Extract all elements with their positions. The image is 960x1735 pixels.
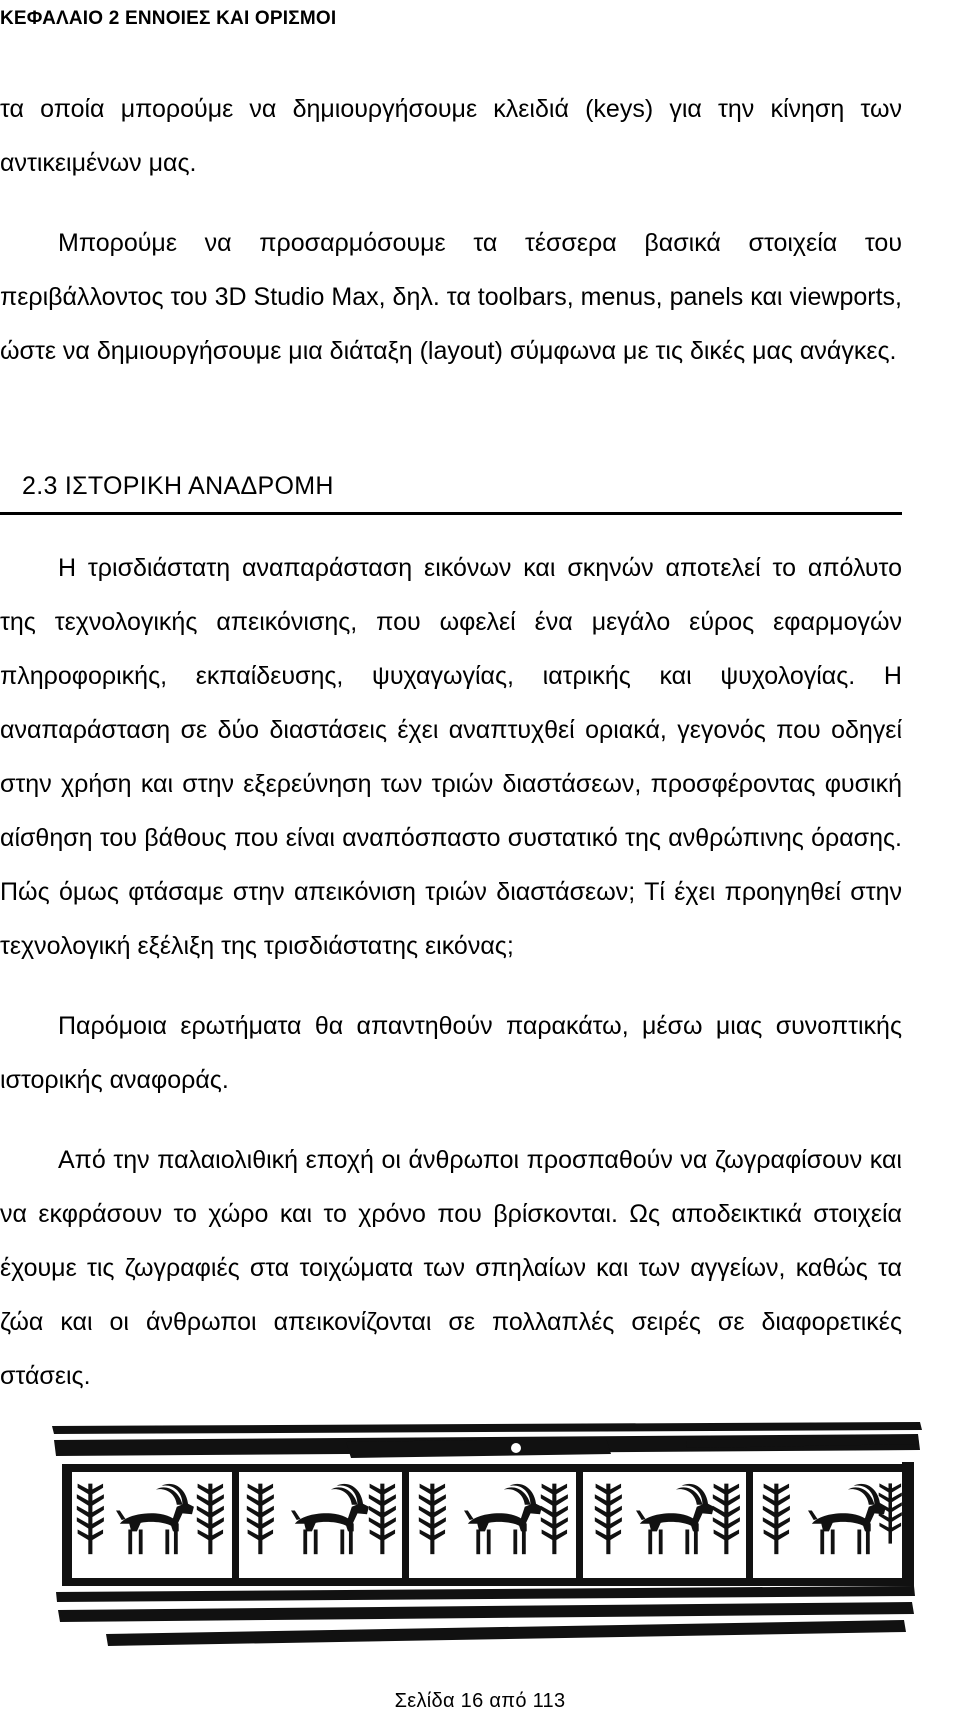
- paragraph-continuation: τα οποία μπορούμε να δημιουργήσουμε κλει…: [0, 95, 902, 177]
- document-body: τα οποία μπορούμε να δημιουργήσουμε κλει…: [0, 82, 902, 1403]
- figure-ancient-frieze: [46, 1420, 926, 1670]
- paragraph-customization: Μπορούμε να προσαρμόσουμε τα τέσσερα βασ…: [0, 229, 902, 365]
- document-page: ΚΕΦΑΛΑΙΟ 2 ΕΝΝΟΙΕΣ ΚΑΙ ΟΡΙΣΜΟΙ τα οποία …: [0, 0, 960, 1735]
- running-header: ΚΕΦΑΛΑΙΟ 2 ΕΝΝΟΙΕΣ ΚΑΙ ΟΡΙΣΜΟΙ: [0, 8, 337, 29]
- paragraph-3d-representation: Η τρισδιάστατη αναπαράσταση εικόνων και …: [0, 554, 902, 960]
- heading-bottom-gap: [0, 515, 902, 541]
- paragraph-paleolithic: Από την παλαιολιθική εποχή οι άνθρωποι π…: [0, 1146, 902, 1390]
- page-footer: Σελίδα 16 από 113: [394, 1690, 566, 1712]
- paragraph-similar-questions: Παρόμοια ερωτήματα θα απαντηθούν παρακάτ…: [0, 1012, 902, 1094]
- frieze-illustration: [52, 1422, 922, 1646]
- section-heading-2-3: 2.3 ΙΣΤΟΡΙΚΗ ΑΝΑΔΡΟΜΗ: [22, 472, 334, 500]
